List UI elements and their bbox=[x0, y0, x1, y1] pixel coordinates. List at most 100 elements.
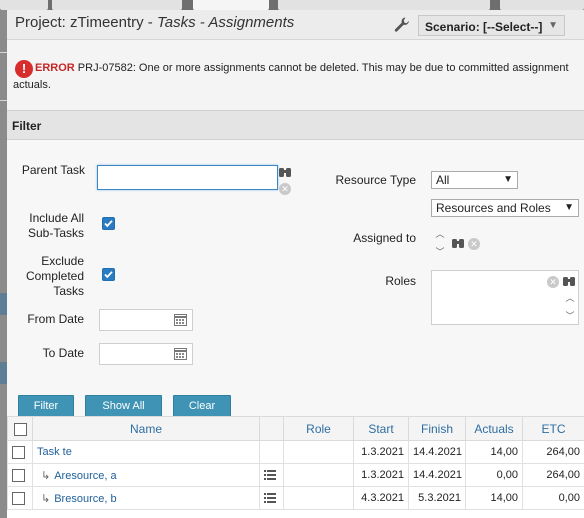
include-all-subtasks-checkbox[interactable] bbox=[102, 217, 115, 230]
column-header-finish[interactable]: Finish bbox=[408, 416, 466, 441]
project-title: Project: zTimeentry - bbox=[15, 14, 157, 31]
calendar-icon[interactable] bbox=[174, 348, 187, 360]
show-all-button[interactable]: Show All bbox=[85, 395, 162, 417]
page-title: Project: zTimeentry - Tasks - Assignment… bbox=[15, 14, 294, 31]
filter-section-header[interactable]: Filter bbox=[7, 110, 584, 140]
error-message: PRJ-07582: One or more assignments canno… bbox=[13, 62, 569, 91]
background-tab bbox=[52, 0, 182, 10]
column-header-details bbox=[259, 416, 284, 441]
section-title: Tasks - Assignments bbox=[156, 14, 295, 31]
name-cell: ↳ Aresource, a bbox=[32, 463, 260, 487]
from-date-label: From Date bbox=[27, 312, 84, 326]
details-cell bbox=[259, 463, 284, 487]
assignments-grid: Name Role Start Finish Actuals ETC Task … bbox=[7, 416, 584, 518]
background-tab bbox=[0, 0, 48, 10]
background-left-strip bbox=[0, 10, 7, 518]
parent-task-input[interactable] bbox=[97, 165, 278, 190]
error-message-bar: ERROR PRJ-07582: One or more assignments… bbox=[7, 40, 584, 110]
assignments-table: Name Role Start Finish Actuals ETC Task … bbox=[7, 416, 584, 510]
chevron-down-icon: ▼ bbox=[548, 20, 558, 31]
background-tab bbox=[193, 0, 269, 10]
role-cell bbox=[283, 463, 354, 487]
select-all-checkbox[interactable] bbox=[13, 422, 27, 436]
background-mark bbox=[0, 293, 7, 315]
filter-button[interactable]: Filter bbox=[18, 395, 74, 417]
actuals-cell: 0,00 bbox=[465, 463, 523, 487]
scenario-select[interactable]: Scenario: [--Select--] ▼ bbox=[418, 15, 565, 36]
scenario-value: Scenario: [--Select--] bbox=[425, 20, 543, 34]
error-text: ERROR PRJ-07582: One or more assignments… bbox=[13, 60, 573, 94]
column-header-start[interactable]: Start bbox=[353, 416, 409, 441]
exclude-completed-tasks-checkbox[interactable] bbox=[102, 268, 115, 281]
chevron-up-icon[interactable]: ︿ bbox=[564, 294, 576, 303]
resource-role-value: Resources and Roles bbox=[436, 201, 551, 215]
chevron-up-icon[interactable]: ︿ bbox=[434, 230, 446, 239]
etc-cell: 264,00 bbox=[522, 463, 584, 487]
role-cell bbox=[283, 486, 354, 510]
row-checkbox[interactable] bbox=[12, 491, 25, 505]
finish-cell: 5.3.2021 bbox=[408, 486, 466, 510]
column-header-role[interactable]: Role bbox=[283, 416, 354, 441]
wrench-icon[interactable] bbox=[393, 16, 411, 34]
list-details-icon[interactable] bbox=[264, 493, 276, 504]
clear-x-icon[interactable]: ✕ bbox=[279, 183, 291, 195]
parent-task-label: Parent Task bbox=[21, 163, 85, 177]
background-tab bbox=[278, 0, 490, 10]
clear-x-icon[interactable]: ✕ bbox=[468, 238, 480, 250]
dialog-titlebar: Project: zTimeentry - Tasks - Assignment… bbox=[7, 10, 584, 40]
background-mark bbox=[0, 362, 7, 384]
table-row: ↳ Bresource, b 4.3.2021 5.3.2021 14,00 0,… bbox=[7, 486, 584, 510]
clear-button[interactable]: Clear bbox=[173, 395, 231, 417]
background-tab bbox=[500, 0, 584, 10]
assigned-to-label: Assigned to bbox=[353, 231, 416, 245]
table-row: Task te 1.3.2021 14.4.2021 14,00 264,00 bbox=[7, 440, 584, 464]
column-header-name[interactable]: Name bbox=[32, 416, 260, 441]
resource-link[interactable]: Aresource, a bbox=[54, 470, 116, 482]
include-all-subtasks-label: Include All Sub-Tasks bbox=[27, 211, 84, 240]
finish-cell: 14.4.2021 bbox=[408, 440, 466, 464]
resource-link[interactable]: Bresource, b bbox=[54, 493, 116, 505]
table-row: ↳ Aresource, a 1.3.2021 14.4.2021 0,00 26… bbox=[7, 463, 584, 487]
table-header-row: Name Role Start Finish Actuals ETC bbox=[7, 416, 584, 441]
actuals-cell: 14,00 bbox=[465, 440, 523, 464]
row-select-cell bbox=[7, 440, 33, 464]
details-cell bbox=[259, 440, 284, 464]
finish-cell: 14.4.2021 bbox=[408, 463, 466, 487]
chevron-down-icon: ▼ bbox=[564, 202, 574, 213]
row-checkbox[interactable] bbox=[12, 445, 25, 459]
details-cell bbox=[259, 486, 284, 510]
binoculars-icon[interactable] bbox=[452, 238, 464, 252]
start-cell: 1.3.2021 bbox=[353, 440, 409, 464]
binoculars-icon[interactable] bbox=[279, 167, 291, 181]
exclude-completed-tasks-label: Exclude Completed Tasks bbox=[25, 254, 84, 298]
chevron-down-icon[interactable]: ﹀ bbox=[434, 248, 446, 257]
name-cell: ↳ Bresource, b bbox=[32, 486, 260, 510]
etc-cell: 0,00 bbox=[522, 486, 584, 510]
list-details-icon[interactable] bbox=[264, 470, 276, 481]
start-cell: 1.3.2021 bbox=[353, 463, 409, 487]
column-header-etc[interactable]: ETC bbox=[522, 416, 584, 441]
resource-role-select[interactable]: Resources and Roles ▼ bbox=[431, 199, 579, 217]
chevron-down-icon: ▼ bbox=[503, 174, 513, 185]
resource-type-value: All bbox=[436, 173, 450, 187]
column-header-actuals[interactable]: Actuals bbox=[465, 416, 523, 441]
start-cell: 4.3.2021 bbox=[353, 486, 409, 510]
chevron-down-icon[interactable]: ﹀ bbox=[564, 312, 576, 321]
actuals-cell: 14,00 bbox=[465, 486, 523, 510]
resource-type-select[interactable]: All ▼ bbox=[431, 171, 518, 189]
calendar-icon[interactable] bbox=[174, 314, 187, 326]
task-link[interactable]: Task te bbox=[37, 446, 72, 458]
resource-type-label: Resource Type bbox=[335, 173, 417, 187]
roles-label: Roles bbox=[385, 274, 416, 288]
exclamation-circle-icon: ! bbox=[15, 60, 33, 78]
row-checkbox[interactable] bbox=[12, 468, 25, 482]
clear-x-icon[interactable]: ✕ bbox=[547, 276, 559, 288]
error-label: ERROR bbox=[35, 62, 75, 74]
child-row-arrow-icon: ↳ bbox=[41, 492, 51, 505]
binoculars-icon[interactable] bbox=[563, 276, 575, 290]
row-select-cell bbox=[7, 463, 33, 487]
etc-cell: 264,00 bbox=[522, 440, 584, 464]
role-cell bbox=[283, 440, 354, 464]
child-row-arrow-icon: ↳ bbox=[41, 469, 51, 482]
select-all-header bbox=[7, 416, 33, 441]
